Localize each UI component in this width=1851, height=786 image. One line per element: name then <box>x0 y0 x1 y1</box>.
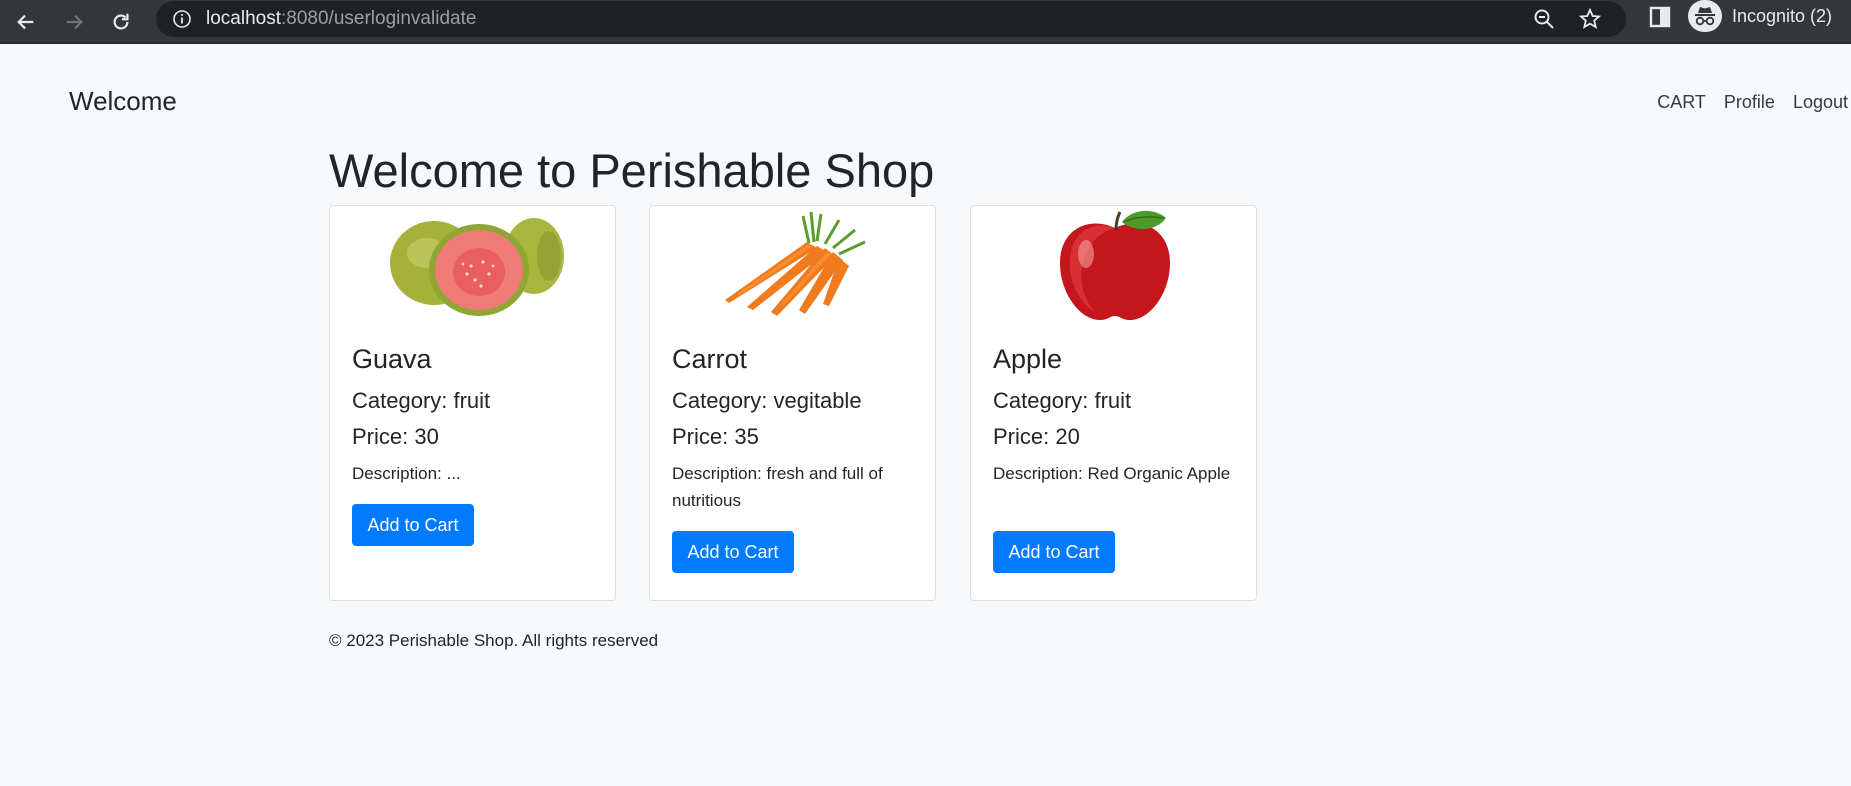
forward-icon[interactable] <box>57 5 91 39</box>
product-category: Category: fruit <box>352 388 491 413</box>
address-bar[interactable]: localhost:8080/userloginvalidate <box>156 1 1626 37</box>
profile-label: Incognito (2) <box>1732 5 1833 26</box>
product-description: Description: Red Organic Apple <box>993 464 1231 483</box>
nav-link-profile[interactable]: Profile <box>1724 92 1775 113</box>
page-title: Welcome to Perishable Shop <box>329 144 935 197</box>
bookmark-star-icon[interactable] <box>1578 7 1602 31</box>
product-card: Guava Category: fruit Price: 30 Descript… <box>329 205 616 601</box>
product-description: Description: ... <box>352 464 461 483</box>
carrot-image <box>725 211 866 316</box>
product-name: Apple <box>993 344 1063 374</box>
incognito-profile[interactable]: Incognito (2) <box>1688 0 1832 32</box>
product-description: Description: fresh and full of nutritiou… <box>672 464 883 510</box>
add-to-cart-button[interactable]: Add to Cart <box>672 531 794 573</box>
product-card: Carrot Category: vegitable Price: 35 Des… <box>649 205 936 601</box>
side-panel-icon[interactable] <box>1648 5 1672 29</box>
browser-toolbar: localhost:8080/userloginvalidate Incogni… <box>0 0 1851 44</box>
nav-link-logout[interactable]: Logout <box>1793 92 1848 113</box>
url-text[interactable]: localhost:8080/userloginvalidate <box>206 8 476 30</box>
nav-link-cart[interactable]: CART <box>1657 92 1706 113</box>
add-to-cart-button[interactable]: Add to Cart <box>352 504 474 546</box>
product-name: Guava <box>352 344 432 374</box>
guava-image <box>390 218 564 316</box>
product-category: Category: fruit <box>993 388 1132 413</box>
product-card: Apple Category: fruit Price: 20 Descript… <box>970 205 1257 601</box>
incognito-icon <box>1688 0 1722 32</box>
navbar-brand[interactable]: Welcome <box>69 86 177 117</box>
back-icon[interactable] <box>9 5 43 39</box>
navbar-links: CART Profile Logout <box>1639 92 1848 113</box>
product-name: Carrot <box>672 344 748 374</box>
product-price: Price: 35 <box>672 424 759 449</box>
apple-image <box>1060 210 1170 320</box>
product-category: Category: vegitable <box>672 388 862 413</box>
reload-icon[interactable] <box>104 5 138 39</box>
zoom-out-icon[interactable] <box>1532 7 1556 31</box>
product-price: Price: 30 <box>352 424 439 449</box>
product-price: Price: 20 <box>993 424 1080 449</box>
site-info-icon[interactable] <box>172 9 192 29</box>
add-to-cart-button[interactable]: Add to Cart <box>993 531 1115 573</box>
footer-text: © 2023 Perishable Shop. All rights reser… <box>329 631 659 650</box>
